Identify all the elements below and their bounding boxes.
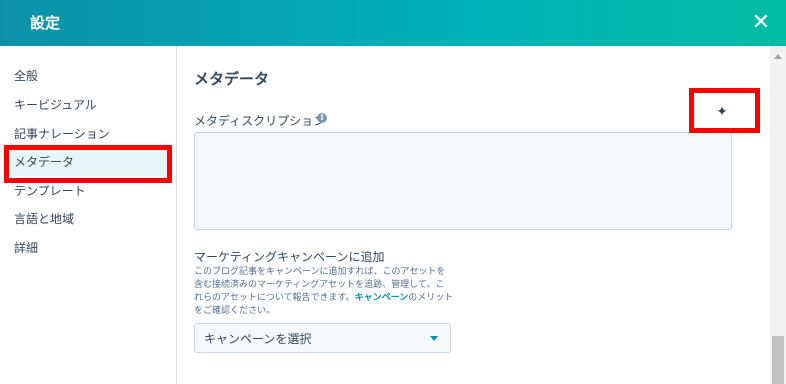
sidebar-item-language-region[interactable]: 言語と地域 bbox=[6, 205, 169, 233]
sidebar-item-general[interactable]: 全般 bbox=[6, 62, 169, 90]
modal-title: 設定 bbox=[30, 14, 61, 32]
sidebar-item-featured-image[interactable]: キービジュアル bbox=[6, 91, 169, 119]
campaign-select[interactable]: キャンペーンを選択 bbox=[194, 323, 451, 353]
campaign-label: マーケティングキャンペーンに追加 bbox=[194, 250, 385, 264]
settings-sidebar: 全般 キービジュアル 記事ナレーション メタデータ テンプレート 言語と地域 詳… bbox=[0, 46, 177, 384]
section-title: メタデータ bbox=[194, 70, 270, 88]
meta-description-textarea[interactable] bbox=[194, 132, 732, 230]
sidebar-item-metadata[interactable]: メタデータ bbox=[6, 148, 169, 176]
sidebar-item-narration[interactable]: 記事ナレーション bbox=[6, 120, 169, 148]
sidebar-item-template[interactable]: テンプレート bbox=[6, 177, 169, 205]
modal-header: 設定 ✕ bbox=[0, 0, 786, 46]
info-icon[interactable]: i bbox=[317, 113, 327, 123]
sidebar-item-advanced[interactable]: 詳細 bbox=[6, 234, 169, 262]
sparkle-icon: ✦ bbox=[716, 104, 728, 120]
ai-generate-button[interactable]: ✦ bbox=[696, 94, 748, 130]
campaign-description: このブログ記事をキャンペーンに追加すれば、このアセットを 含む接続済みのマーケテ… bbox=[194, 267, 454, 316]
campaign-link[interactable]: キャンペーン bbox=[355, 293, 409, 303]
caret-down-icon bbox=[430, 336, 438, 341]
scroll-thumb[interactable] bbox=[772, 336, 784, 384]
scroll-up-icon[interactable] bbox=[774, 54, 782, 59]
close-icon[interactable]: ✕ bbox=[748, 10, 774, 36]
campaign-select-value: キャンペーンを選択 bbox=[204, 332, 312, 346]
scrollbar[interactable] bbox=[770, 46, 786, 384]
meta-description-label: メタディスクリプション bbox=[194, 114, 326, 128]
main-content: メタデータ メタディスクリプション i ✦ マーケティングキャンペーンに追加 こ… bbox=[178, 46, 770, 384]
